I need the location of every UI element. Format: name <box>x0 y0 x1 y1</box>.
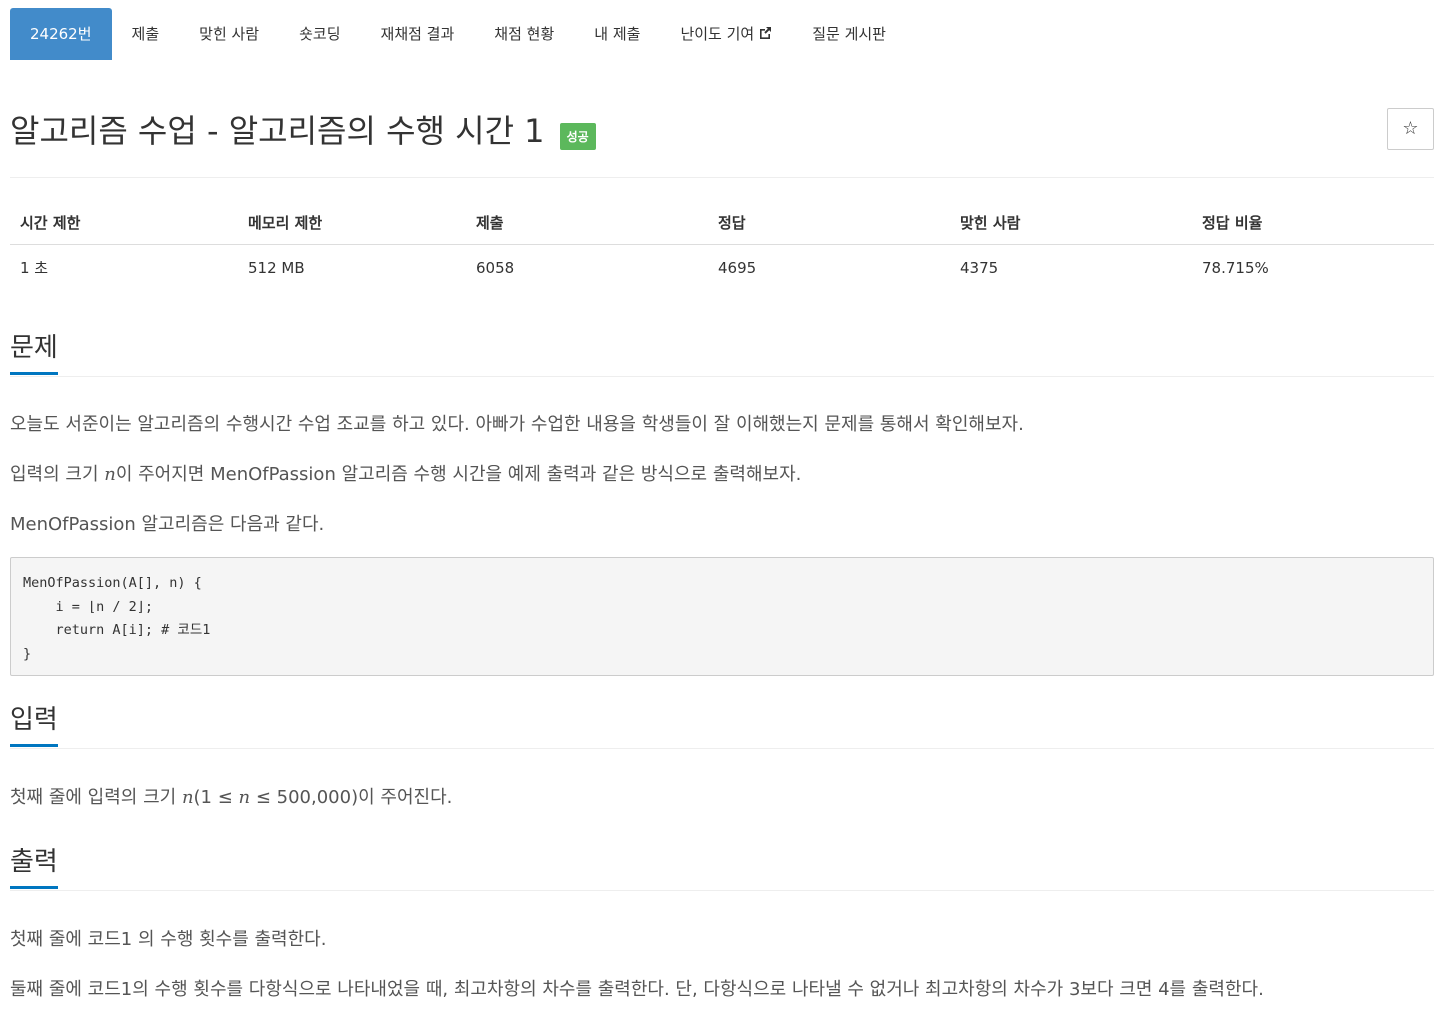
input-middle: (1 ≤ <box>193 787 239 808</box>
status-badge: 성공 <box>559 122 596 150</box>
accepted-value: 4695 <box>718 258 757 277</box>
var-n: n <box>104 464 116 485</box>
code-line: MenOfPassion(A[], n) { <box>23 575 202 591</box>
output-paragraph-1: 첫째 줄에 코드1 의 수행 횟수를 출력한다. <box>10 929 327 950</box>
tab-rejudge-results[interactable]: 재채점 결과 <box>361 8 475 60</box>
header-memory-limit: 메모리 제한 <box>238 200 466 245</box>
tab-solvers[interactable]: 맞힌 사람 <box>179 8 279 60</box>
solvers-value: 4375 <box>960 258 999 277</box>
title-row: 알고리즘 수업 - 알고리즘의 수행 시간 1 성공 ☆ <box>10 108 1434 158</box>
code-line: } <box>23 645 32 662</box>
time-limit-value: 1 초 <box>20 259 49 277</box>
code-line: i = ⌊n / 2⌋; <box>23 598 154 615</box>
table-header-row: 시간 제한 메모리 제한 제출 정답 맞힌 사람 정답 비율 <box>10 200 1434 245</box>
problem-heading: 문제 <box>10 332 58 375</box>
description-paragraph-1: 오늘도 서준이는 알고리즘의 수행시간 수업 조교를 하고 있다. 아빠가 수업… <box>10 414 1024 435</box>
description-paragraph-2: 입력의 크기 n이 주어지면 MenOfPassion 알고리즘 수행 시간을 … <box>10 462 801 488</box>
description-paragraph-3: MenOfPassion 알고리즘은 다음과 같다. <box>10 514 325 535</box>
var-n: n <box>238 787 251 808</box>
tab-problem[interactable]: 24262번 <box>10 8 112 60</box>
tab-question-board[interactable]: 질문 게시판 <box>792 8 906 60</box>
desc2-before: 입력의 크기 <box>10 464 105 485</box>
table-row: 1 초 512 MB 6058 4695 4375 78.715% <box>10 245 1434 291</box>
input-before: 첫째 줄에 입력의 크기 <box>10 787 182 808</box>
output-paragraph-2: 둘째 줄에 코드1의 수행 횟수를 다항식으로 나타내었을 때, 최고차항의 차… <box>10 979 1264 1000</box>
var-n: n <box>181 787 194 808</box>
header-solvers: 맞힌 사람 <box>950 200 1192 245</box>
tab-difficulty-label: 난이도 기여 <box>680 25 755 43</box>
page-title: 알고리즘 수업 - 알고리즘의 수행 시간 1 <box>10 112 545 150</box>
input-after: ≤ 500,000)이 주어진다. <box>250 787 453 808</box>
header-accept-ratio: 정답 비율 <box>1192 200 1434 245</box>
tab-judge-status[interactable]: 채점 현황 <box>474 8 574 60</box>
submissions-value: 6058 <box>476 258 515 277</box>
problem-nav: 24262번 제출 맞힌 사람 숏코딩 재채점 결과 채점 현황 내 제출 난이… <box>10 8 906 60</box>
header-time-limit: 시간 제한 <box>10 200 238 245</box>
star-icon: ☆ <box>1402 118 1419 139</box>
problem-info-table: 시간 제한 메모리 제한 제출 정답 맞힌 사람 정답 비율 1 초 512 M… <box>10 200 1434 290</box>
tab-difficulty-contribution[interactable]: 난이도 기여 <box>660 8 792 60</box>
tab-short-coding[interactable]: 숏코딩 <box>279 8 360 60</box>
output-heading: 출력 <box>10 846 58 889</box>
problem-section-header: 문제 <box>10 332 1434 377</box>
star-button[interactable]: ☆ <box>1387 108 1434 150</box>
external-link-icon <box>758 9 772 61</box>
desc2-after: 이 주어지면 MenOfPassion 알고리즘 수행 시간을 예제 출력과 같… <box>115 464 802 485</box>
tab-submit[interactable]: 제출 <box>112 8 180 60</box>
code-line: return A[i]; # 코드1 <box>23 622 211 638</box>
header-submissions: 제출 <box>466 200 708 245</box>
input-heading: 입력 <box>10 704 58 747</box>
header-accepted: 정답 <box>708 200 950 245</box>
code-block: MenOfPassion(A[], n) { i = ⌊n / 2⌋; retu… <box>10 557 1434 676</box>
input-description: 첫째 줄에 입력의 크기 n(1 ≤ n ≤ 500,000)이 주어진다. <box>10 785 452 811</box>
accept-ratio-value: 78.715% <box>1202 258 1269 277</box>
memory-limit-value: 512 MB <box>248 258 305 277</box>
tab-my-submissions[interactable]: 내 제출 <box>574 8 660 60</box>
input-section-header: 입력 <box>10 704 1434 749</box>
title-divider <box>10 177 1434 178</box>
output-section-header: 출력 <box>10 846 1434 891</box>
